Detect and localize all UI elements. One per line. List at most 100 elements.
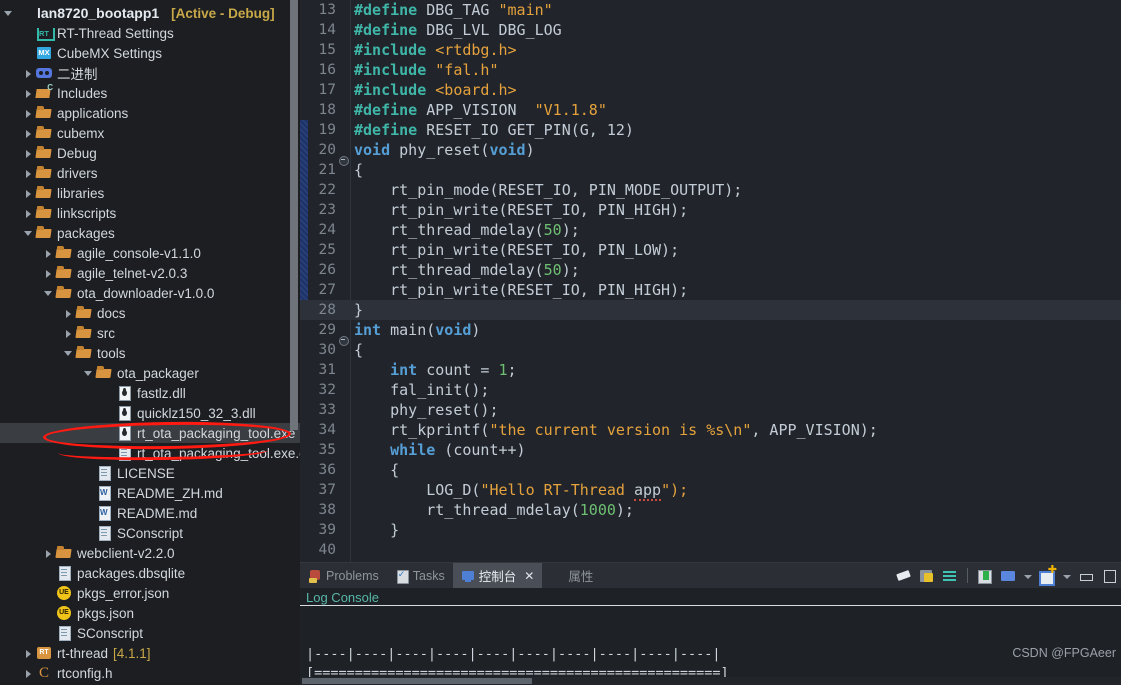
code-line[interactable]: 32 fal_init(); bbox=[300, 380, 1121, 400]
tree-item[interactable]: webclient-v2.2.0 bbox=[0, 543, 300, 563]
twisty-expanded-icon[interactable] bbox=[84, 369, 93, 378]
tree-item[interactable]: LICENSE bbox=[0, 463, 300, 483]
twisty-collapsed-icon[interactable] bbox=[24, 209, 33, 218]
twisty-collapsed-icon[interactable] bbox=[24, 169, 33, 178]
tree-item[interactable]: 二进制 bbox=[0, 63, 300, 83]
code-line[interactable]: 23 rt_pin_write(RESET_IO, PIN_HIGH); bbox=[300, 200, 1121, 220]
twisty-collapsed-icon[interactable] bbox=[24, 89, 33, 98]
code-line[interactable]: 18 #define APP_VISION "V1.1.8" bbox=[300, 100, 1121, 120]
code-line[interactable]: 33 phy_reset(); bbox=[300, 400, 1121, 420]
tree-item[interactable]: agile_telnet-v2.0.3 bbox=[0, 263, 300, 283]
twisty-expanded-icon[interactable] bbox=[64, 349, 73, 358]
sidebar-vertical-scrollbar[interactable] bbox=[290, 0, 298, 430]
display-selected-console-icon[interactable] bbox=[1000, 568, 1016, 584]
tree-item[interactable]: README.md bbox=[0, 503, 300, 523]
twisty-collapsed-icon[interactable] bbox=[64, 309, 73, 318]
panel-tabs[interactable]: Problems Tasks 控制台 ✕ 属性 bbox=[300, 563, 1121, 588]
tree-item[interactable]: applications bbox=[0, 103, 300, 123]
code-line[interactable]: 30 { bbox=[300, 340, 1121, 360]
panel-tab[interactable]: 控制台 ✕ bbox=[452, 563, 543, 588]
tree-item[interactable]: rt-thread[4.1.1] bbox=[0, 643, 300, 663]
code-line[interactable]: 34 rt_kprintf("the current version is %s… bbox=[300, 420, 1121, 440]
chevron-down-icon[interactable] bbox=[1062, 568, 1071, 584]
code-line[interactable]: 28} bbox=[300, 300, 1121, 320]
tree-item[interactable]: packages.dbsqlite bbox=[0, 563, 300, 583]
tree-item[interactable]: SConscript bbox=[0, 523, 300, 543]
twisty-expanded-icon[interactable] bbox=[4, 9, 13, 18]
tree-item[interactable]: docs bbox=[0, 303, 300, 323]
twisty-collapsed-icon[interactable] bbox=[24, 669, 33, 678]
panel-tab[interactable]: 属性 bbox=[542, 563, 601, 588]
code-line[interactable]: 24 rt_thread_mdelay(50); bbox=[300, 220, 1121, 240]
minimize-icon[interactable] bbox=[1078, 568, 1094, 584]
open-console-icon[interactable] bbox=[1039, 565, 1057, 586]
panel-tab[interactable]: Problems bbox=[300, 563, 387, 588]
code-line[interactable]: 37 LOG_D("Hello RT-Thread app"); bbox=[300, 480, 1121, 501]
twisty-collapsed-icon[interactable] bbox=[44, 549, 53, 558]
tree-item[interactable]: CubeMX Settings bbox=[0, 43, 300, 63]
console-output[interactable]: |----|----|----|----|----|----|----|----… bbox=[300, 606, 1121, 685]
tree-item[interactable]: Debug bbox=[0, 143, 300, 163]
tree-item[interactable]: lan8720_bootapp1 [Active - Debug] bbox=[0, 3, 300, 23]
console-horizontal-scrollbar[interactable] bbox=[300, 677, 1121, 685]
scroll-lock-icon[interactable] bbox=[942, 568, 958, 584]
twisty-expanded-icon[interactable] bbox=[24, 229, 33, 238]
tree-item[interactable]: quicklz150_32_3.dll bbox=[0, 403, 300, 423]
code-line[interactable]: 25 rt_pin_write(RESET_IO, PIN_LOW); bbox=[300, 240, 1121, 260]
code-line[interactable]: 40 bbox=[300, 540, 1121, 560]
panel-tab[interactable]: Tasks bbox=[387, 563, 453, 588]
code-line[interactable]: 16 #include "fal.h" bbox=[300, 60, 1121, 80]
code-line[interactable]: 17 #include <board.h> bbox=[300, 80, 1121, 100]
code-line[interactable]: 35 while (count++) bbox=[300, 440, 1121, 460]
tree-item[interactable]: tools bbox=[0, 343, 300, 363]
code-line[interactable]: 38 rt_thread_mdelay(1000); bbox=[300, 500, 1121, 520]
panel-toolbar[interactable] bbox=[896, 563, 1117, 588]
tree-item[interactable]: packages bbox=[0, 223, 300, 243]
tree-item[interactable]: README_ZH.md bbox=[0, 483, 300, 503]
tree-item[interactable]: Includes bbox=[0, 83, 300, 103]
tree-item[interactable]: linkscripts bbox=[0, 203, 300, 223]
tree-item[interactable]: drivers bbox=[0, 163, 300, 183]
twisty-collapsed-icon[interactable] bbox=[44, 249, 53, 258]
code-line[interactable]: 29 int main(void) bbox=[300, 320, 1121, 346]
tree-item[interactable]: rt_ota_packaging_tool.exe.config bbox=[0, 443, 300, 463]
tree-item[interactable]: agile_console-v1.1.0 bbox=[0, 243, 300, 263]
lock-scroll-icon[interactable] bbox=[919, 568, 935, 584]
tree-item[interactable]: rtconfig.h bbox=[0, 663, 300, 683]
code-line[interactable]: 36 { bbox=[300, 460, 1121, 480]
tree-item[interactable]: ota_packager bbox=[0, 363, 300, 383]
code-line[interactable]: 31 int count = 1; bbox=[300, 360, 1121, 380]
tree-item[interactable]: cubemx bbox=[0, 123, 300, 143]
code-editor[interactable]: 13 #define DBG_TAG "main" 14 #define DBG_LV… bbox=[300, 0, 1121, 562]
clear-console-icon[interactable] bbox=[896, 568, 912, 584]
code-line[interactable]: 20 void phy_reset(void) bbox=[300, 140, 1121, 166]
twisty-collapsed-icon[interactable] bbox=[24, 69, 33, 78]
twisty-expanded-icon[interactable] bbox=[44, 289, 53, 298]
twisty-collapsed-icon[interactable] bbox=[24, 189, 33, 198]
twisty-collapsed-icon[interactable] bbox=[44, 269, 53, 278]
code-line[interactable]: 21 { bbox=[300, 160, 1121, 180]
code-line[interactable]: 13 #define DBG_TAG "main" bbox=[300, 0, 1121, 20]
tree-item[interactable]: pkgs_error.json bbox=[0, 583, 300, 603]
code-line[interactable]: 22 rt_pin_mode(RESET_IO, PIN_MODE_OUTPUT… bbox=[300, 180, 1121, 200]
twisty-collapsed-icon[interactable] bbox=[24, 129, 33, 138]
pin-console-icon[interactable] bbox=[977, 568, 993, 584]
code-line[interactable]: 14 #define DBG_LVL DBG_LOG bbox=[300, 20, 1121, 40]
chevron-down-icon[interactable] bbox=[1023, 568, 1032, 584]
twisty-collapsed-icon[interactable] bbox=[24, 649, 33, 658]
tree-item[interactable]: RT-Thread Settings bbox=[0, 23, 300, 43]
twisty-collapsed-icon[interactable] bbox=[24, 109, 33, 118]
project-explorer[interactable]: lan8720_bootapp1 [Active - Debug] RT-Threa… bbox=[0, 0, 300, 685]
code-lines[interactable]: 13 #define DBG_TAG "main" 14 #define DBG_LV… bbox=[300, 0, 1121, 562]
maximize-icon[interactable] bbox=[1101, 568, 1117, 584]
tree-item[interactable]: ota_downloader-v1.0.0 bbox=[0, 283, 300, 303]
tree-item[interactable]: rt_ota_packaging_tool.exe bbox=[0, 423, 300, 443]
code-line[interactable]: 15 #include <rtdbg.h> bbox=[300, 40, 1121, 60]
code-line[interactable]: 27 rt_pin_write(RESET_IO, PIN_HIGH); bbox=[300, 280, 1121, 300]
code-line[interactable]: 39 } bbox=[300, 520, 1121, 540]
tree-item[interactable]: SConscript bbox=[0, 623, 300, 643]
project-tree[interactable]: lan8720_bootapp1 [Active - Debug] RT-Threa… bbox=[0, 0, 300, 683]
tree-item[interactable]: pkgs.json bbox=[0, 603, 300, 623]
tree-item[interactable]: fastlz.dll bbox=[0, 383, 300, 403]
code-line[interactable]: 26 rt_thread_mdelay(50); bbox=[300, 260, 1121, 280]
